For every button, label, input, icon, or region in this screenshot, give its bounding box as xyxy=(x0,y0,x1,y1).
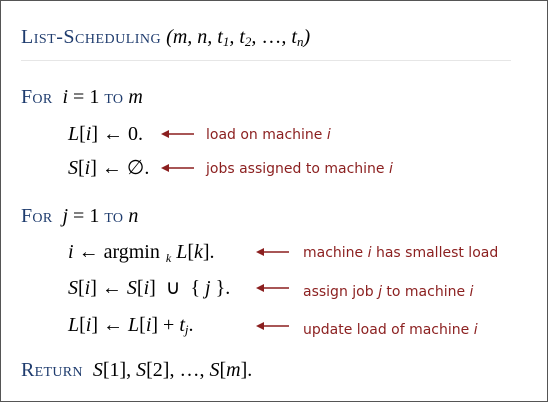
annotation-update: update load of machine i xyxy=(303,322,478,338)
left-arrow-icon xyxy=(161,130,194,138)
annotation-argmin: machine i has smallest load xyxy=(303,245,499,261)
left-arrow-icon xyxy=(256,248,289,256)
algorithm-name: List-Scheduling xyxy=(21,26,162,48)
annotation-assign: assign job j to machine i xyxy=(303,284,474,300)
annotation-jobs: jobs assigned to machine i xyxy=(206,161,393,177)
left-arrow-icon xyxy=(256,322,289,330)
for-keyword: For xyxy=(21,205,53,227)
for-loop-2: For j = 1 to n xyxy=(21,205,139,227)
return-line: Return S[1], S[2], …, S[m]. xyxy=(21,359,253,381)
algorithm-title: List-Scheduling (m, n, t1, t2, …, tn) xyxy=(21,26,310,50)
left-arrow-icon xyxy=(256,284,289,292)
left-arrow-icon xyxy=(161,164,194,172)
jobs-init-line: S[i] ← ∅. xyxy=(68,157,150,179)
for-keyword: For xyxy=(21,86,53,108)
update-line: L[i] ← L[i] + tj. xyxy=(68,314,194,337)
for-loop-1: For i = 1 to m xyxy=(21,86,143,108)
argmin-line: i ← argmin k L[k]. xyxy=(68,241,215,265)
load-init-line: L[i] ← 0. xyxy=(68,123,144,145)
assign-line: S[i] ← S[i] ∪ { j }. xyxy=(68,277,231,299)
return-keyword: Return xyxy=(21,359,83,381)
annotation-load: load on machine i xyxy=(206,127,331,143)
algorithm-args: (m, n, t1, t2, …, tn) xyxy=(166,26,311,49)
title-divider xyxy=(21,60,511,61)
